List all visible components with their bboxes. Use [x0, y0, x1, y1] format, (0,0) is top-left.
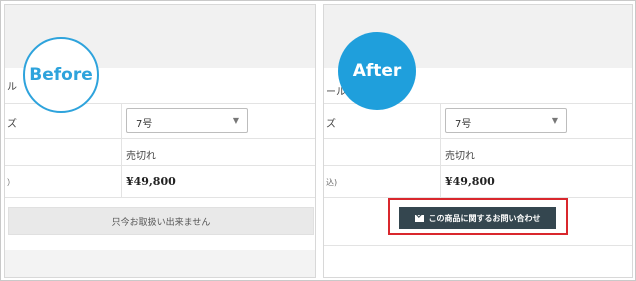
- after-badge: After: [338, 32, 416, 110]
- size-select-value: 7号: [136, 119, 153, 130]
- footer-area: [5, 250, 315, 277]
- mail-icon: [414, 214, 424, 222]
- comparison-frame: ル ズ ） 7号 ▼ 売切れ ¥49,800 只今お取扱い出来ません Befor…: [0, 0, 636, 281]
- size-select[interactable]: 7号 ▼: [445, 108, 567, 133]
- row-label-size: ズ: [7, 119, 17, 130]
- price: ¥49,800: [445, 175, 495, 188]
- after-badge-label: After: [352, 61, 402, 81]
- divider: [5, 165, 315, 166]
- chevron-down-icon: ▼: [551, 116, 558, 125]
- column-divider: [121, 103, 122, 197]
- size-select-value: 7号: [455, 119, 472, 130]
- stock-status: 売切れ: [126, 151, 156, 162]
- row-label-material: ル: [7, 82, 17, 93]
- row-label-size: ズ: [326, 119, 336, 130]
- before-panel: ル ズ ） 7号 ▼ 売切れ ¥49,800 只今お取扱い出来ません Befor…: [4, 4, 316, 278]
- before-badge-label: Before: [29, 65, 93, 85]
- row-label-price: 込): [326, 178, 338, 187]
- contact-button-label: この商品に関するお問い合わせ: [428, 213, 541, 223]
- chevron-down-icon: ▼: [232, 116, 239, 125]
- stock-status: 売切れ: [445, 151, 475, 162]
- size-select[interactable]: 7号 ▼: [126, 108, 248, 133]
- divider: [5, 197, 315, 198]
- divider: [5, 138, 315, 139]
- divider: [324, 245, 632, 246]
- divider: [324, 138, 632, 139]
- price: ¥49,800: [126, 175, 176, 188]
- divider: [324, 165, 632, 166]
- contact-button[interactable]: この商品に関するお問い合わせ: [399, 207, 556, 229]
- unavailable-label: 只今お取扱い出来ません: [111, 217, 211, 228]
- column-divider: [440, 103, 441, 197]
- unavailable-button: 只今お取扱い出来ません: [8, 207, 314, 235]
- before-badge: Before: [23, 37, 99, 113]
- after-panel: ール ズ 込) 7号 ▼ 売切れ ¥49,800 この商品に関するお問い合わせ …: [323, 4, 633, 278]
- row-label-price: ）: [7, 178, 15, 187]
